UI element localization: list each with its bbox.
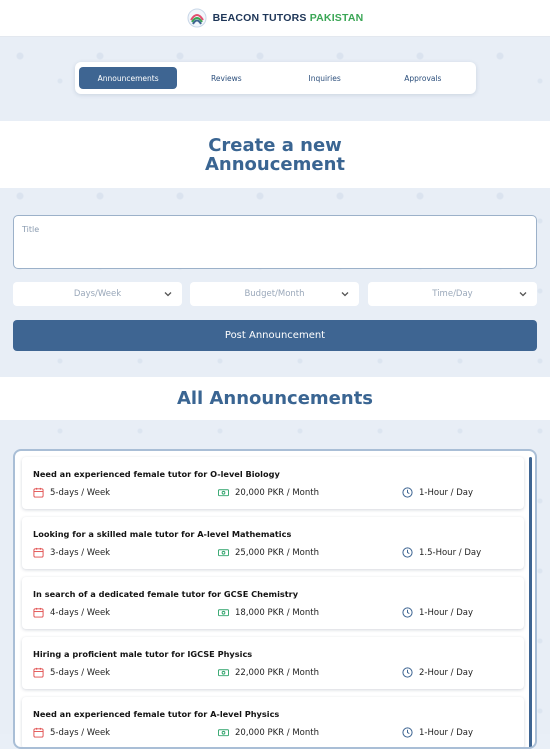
calendar-icon: [33, 607, 44, 618]
brand[interactable]: BEACON TUTORS PAKISTAN: [187, 8, 364, 28]
time-value: 1-Hour / Day: [419, 607, 474, 618]
days-meta: 5-days / Week: [33, 487, 110, 498]
money-icon: [218, 609, 229, 617]
days-meta: 4-days / Week: [33, 607, 110, 618]
top-bar: BEACON TUTORS PAKISTAN: [0, 0, 550, 37]
calendar-icon: [33, 487, 44, 498]
chevron-down-icon: [519, 292, 527, 297]
money-icon: [218, 669, 229, 677]
time-meta: 1.5-Hour / Day: [402, 547, 481, 558]
announcements-list[interactable]: Need an experienced female tutor for O-l…: [13, 449, 537, 749]
title-input[interactable]: Title: [13, 215, 537, 269]
list-item[interactable]: In search of a dedicated female tutor fo…: [22, 577, 524, 629]
clock-icon: [402, 547, 413, 558]
budget-meta: 20,000 PKR / Month: [218, 487, 319, 498]
announcement-title: Hiring a proficient male tutor for IGCSE…: [33, 649, 253, 659]
tab-announcements[interactable]: Announcements: [79, 67, 178, 89]
time-select-label: Time/Day: [432, 289, 473, 299]
list-item[interactable]: Looking for a skilled male tutor for A-l…: [22, 517, 524, 569]
time-meta: 2-Hour / Day: [402, 667, 473, 678]
days-meta: 5-days / Week: [33, 667, 110, 678]
announcement-title: Looking for a skilled male tutor for A-l…: [33, 529, 292, 539]
chevron-down-icon: [341, 292, 349, 297]
time-meta: 1-Hour / Day: [402, 607, 473, 618]
logo-icon: [187, 8, 207, 28]
days-select-label: Days/Week: [73, 289, 122, 299]
scrollbar[interactable]: [529, 457, 532, 747]
create-heading-band: Create a new Annoucement: [0, 121, 550, 188]
clock-icon: [402, 727, 413, 738]
list-item[interactable]: Need an experienced female tutor for A-l…: [22, 697, 524, 747]
time-select[interactable]: Time/Day: [368, 282, 537, 306]
brand-name-main: BEACON TUTORS: [212, 12, 307, 24]
time-value: 1-Hour / Day: [419, 487, 474, 498]
create-heading: Create a new Annoucement: [204, 134, 345, 175]
brand-name-accent: PAKISTAN: [309, 12, 364, 24]
calendar-icon: [33, 727, 44, 738]
tab-reviews[interactable]: Reviews: [177, 67, 275, 89]
budget-value: 20,000 PKR / Month: [235, 727, 319, 738]
announcement-title: Need an experienced female tutor for A-l…: [33, 709, 280, 719]
budget-meta: 20,000 PKR / Month: [218, 727, 319, 738]
days-value: 5-days / Week: [50, 487, 111, 498]
announcement-title: Need an experienced female tutor for O-l…: [33, 469, 280, 479]
days-select[interactable]: Days/Week: [13, 282, 182, 306]
days-value: 5-days / Week: [50, 727, 111, 738]
list-item[interactable]: Hiring a proficient male tutor for IGCSE…: [22, 637, 524, 689]
brand-name: BEACON TUTORS PAKISTAN: [213, 12, 364, 24]
calendar-icon: [33, 667, 44, 678]
days-meta: 5-days / Week: [33, 727, 110, 738]
clock-icon: [402, 487, 413, 498]
post-announcement-button[interactable]: Post Announcement: [13, 320, 537, 351]
all-heading-band: All Announcements: [0, 377, 550, 420]
budget-value: 25,000 PKR / Month: [235, 547, 319, 558]
money-icon: [218, 489, 229, 497]
all-announcements-heading: All Announcements: [176, 388, 374, 409]
budget-meta: 25,000 PKR / Month: [218, 547, 319, 558]
budget-select[interactable]: Budget/Month: [190, 282, 359, 306]
budget-value: 18,000 PKR / Month: [235, 607, 319, 618]
budget-meta: 22,000 PKR / Month: [218, 667, 319, 678]
calendar-icon: [33, 547, 44, 558]
tab-approvals[interactable]: Approvals: [374, 67, 472, 89]
days-value: 3-days / Week: [50, 547, 111, 558]
money-icon: [218, 729, 229, 737]
days-value: 5-days / Week: [50, 667, 111, 678]
chevron-down-icon: [164, 292, 172, 297]
budget-value: 22,000 PKR / Month: [235, 667, 319, 678]
time-value: 1-Hour / Day: [419, 727, 474, 738]
money-icon: [218, 549, 229, 557]
clock-icon: [402, 667, 413, 678]
days-value: 4-days / Week: [50, 607, 111, 618]
tab-inquiries[interactable]: Inquiries: [276, 67, 374, 89]
budget-value: 20,000 PKR / Month: [235, 487, 319, 498]
budget-select-label: Budget/Month: [244, 289, 305, 299]
time-meta: 1-Hour / Day: [402, 487, 473, 498]
list-item[interactable]: Need an experienced female tutor for O-l…: [22, 457, 524, 509]
time-value: 2-Hour / Day: [419, 667, 474, 678]
time-meta: 1-Hour / Day: [402, 727, 473, 738]
budget-meta: 18,000 PKR / Month: [218, 607, 319, 618]
clock-icon: [402, 607, 413, 618]
announcement-title: In search of a dedicated female tutor fo…: [33, 589, 299, 599]
tab-bar: Announcements Reviews Inquiries Approval…: [75, 62, 476, 94]
time-value: 1.5-Hour / Day: [419, 547, 482, 558]
days-meta: 3-days / Week: [33, 547, 110, 558]
